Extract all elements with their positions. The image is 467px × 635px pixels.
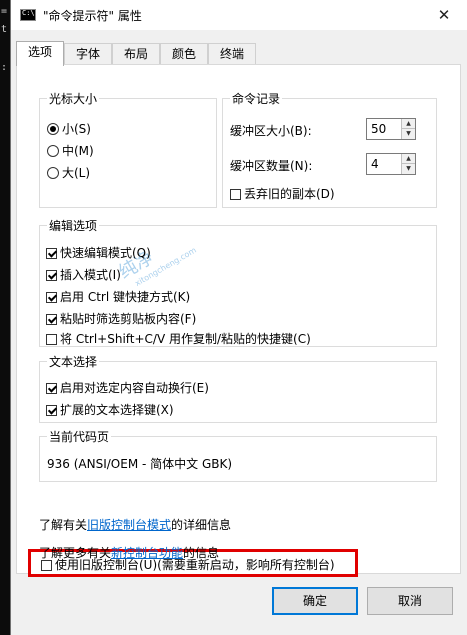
edit-options-group: 编辑选项 快速编辑模式(Q) 插入模式(I) 启用 Ctrl 键快捷方式(K) … [39,217,437,347]
info-text: 了解有关 [39,518,88,532]
spin-down-icon[interactable]: ▼ [402,164,415,174]
buffer-count-label: 缓冲区数量(N): [230,159,313,173]
title-bar[interactable]: C:\ "命令提示符" 属性 ✕ [11,0,467,30]
console-char: t [1,24,8,35]
new-features-link[interactable]: 新控制台功能 [111,546,183,560]
text-selection-group: 文本选择 启用对选定内容自动换行(E) 扩展的文本选择键(X) [39,353,437,423]
filter-clipboard-checkbox[interactable]: 粘贴时筛选剪贴板内容(F) [46,310,196,327]
checkbox-indicator [46,383,57,394]
radio-label: 小(S) [62,122,91,136]
checkbox-indicator [46,248,57,259]
group-legend: 文本选择 [47,353,100,370]
checkbox-label: 快速编辑模式(Q) [60,246,151,260]
cursor-size-large-radio[interactable]: 大(L) [47,164,90,181]
spin-up-icon[interactable]: ▲ [402,154,415,164]
buffer-count-value: 4 [371,157,379,171]
extended-selection-keys-checkbox[interactable]: 扩展的文本选择键(X) [46,401,174,418]
checkbox-indicator [46,405,57,416]
ok-button[interactable]: 确定 [272,587,358,615]
options-panel: 光标大小 小(S) 中(M) 大(L) 命令记录 缓冲区大小(B): 50 ▲ ▼… [16,64,461,577]
checkbox-label: 粘贴时筛选剪贴板内容(F) [60,312,197,326]
tab-colors[interactable]: 颜色 [160,43,208,64]
close-button[interactable]: ✕ [429,3,459,27]
codepage-value: 936 (ANSI/OEM - 简体中文 GBK) [47,457,233,471]
buffer-size-value: 50 [371,122,387,136]
console-char: : [1,62,8,73]
properties-dialog: C:\ "命令提示符" 属性 ✕ 选项 字体 布局 颜色 终端 光标大小 小(S… [10,0,467,635]
checkbox-label: 启用 Ctrl 键快捷方式(K) [60,290,191,304]
group-legend: 编辑选项 [47,217,100,234]
legacy-mode-link[interactable]: 旧版控制台模式 [87,518,171,532]
info-text: 了解更多有关 [39,546,112,560]
tab-terminal[interactable]: 终端 [208,43,256,64]
checkbox-indicator [230,189,241,200]
tab-font[interactable]: 字体 [64,43,112,64]
checkbox-indicator [46,314,57,325]
checkbox-indicator [41,560,52,571]
checkbox-label: 将 Ctrl+Shift+C/V 用作复制/粘贴的快捷键(C) [60,332,311,346]
group-legend: 当前代码页 [47,428,112,445]
radio-label: 大(L) [62,166,91,180]
radio-indicator [47,145,59,157]
discard-old-duplicates-checkbox[interactable]: 丢弃旧的副本(D) [230,185,335,202]
cursor-size-group: 光标大小 小(S) 中(M) 大(L) [39,90,217,208]
spin-down-icon[interactable]: ▼ [402,129,415,139]
buffer-count-stepper[interactable]: 4 ▲ ▼ [366,153,416,175]
checkbox-label: 扩展的文本选择键(X) [60,403,174,417]
checkbox-indicator [46,334,57,345]
tab-options[interactable]: 选项 [16,41,64,66]
codepage-group: 当前代码页 936 (ANSI/OEM - 简体中文 GBK) [39,428,437,482]
legacy-info-line: 了解有关旧版控制台模式的详细信息 [39,516,231,533]
console-char: = [1,6,8,17]
checkbox-label: 启用对选定内容自动换行(E) [60,381,209,395]
buffer-size-stepper[interactable]: 50 ▲ ▼ [366,118,416,140]
quick-edit-checkbox[interactable]: 快速编辑模式(Q) [46,244,151,261]
new-features-info-line: 了解更多有关新控制台功能的信息 [39,544,219,561]
ctrl-shortcuts-checkbox[interactable]: 启用 Ctrl 键快捷方式(K) [46,288,190,305]
wrap-selection-checkbox[interactable]: 启用对选定内容自动换行(E) [46,379,209,396]
close-icon: ✕ [437,6,451,24]
checkbox-indicator [46,292,57,303]
tab-layout[interactable]: 布局 [112,43,160,64]
insert-mode-checkbox[interactable]: 插入模式(I) [46,266,121,283]
group-legend: 光标大小 [47,90,100,107]
radio-indicator [47,123,59,135]
cancel-button[interactable]: 取消 [367,587,453,615]
buffer-size-label: 缓冲区大小(B): [230,124,312,138]
checkbox-label: 丢弃旧的副本(D) [244,187,335,201]
console-app-icon: C:\ [20,9,36,21]
checkbox-indicator [46,270,57,281]
group-legend: 命令记录 [230,90,283,107]
command-history-group: 命令记录 缓冲区大小(B): 50 ▲ ▼ 缓冲区数量(N): 4 ▲ ▼ 丢弃旧的… [222,90,437,208]
ctrl-shift-cv-checkbox[interactable]: 将 Ctrl+Shift+C/V 用作复制/粘贴的快捷键(C) [46,330,311,347]
cursor-size-small-radio[interactable]: 小(S) [47,120,91,137]
cursor-size-medium-radio[interactable]: 中(M) [47,142,94,159]
info-text: 的信息 [183,546,220,560]
spin-up-icon[interactable]: ▲ [402,119,415,129]
checkbox-label: 插入模式(I) [60,268,121,282]
radio-label: 中(M) [62,144,94,158]
radio-indicator [47,167,59,179]
window-title: "命令提示符" 属性 [43,9,142,23]
info-text: 的详细信息 [171,518,232,532]
